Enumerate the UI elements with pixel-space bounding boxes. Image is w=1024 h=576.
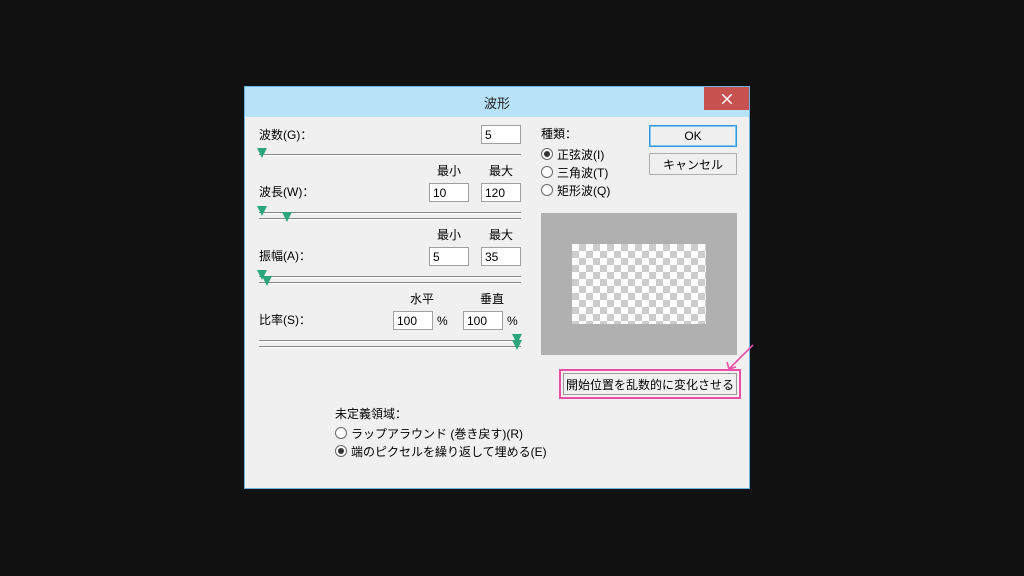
scale-v-input[interactable]: [463, 311, 503, 330]
percent-label: %: [437, 314, 451, 328]
amplitude-row: 振幅(A)： 最小 最大: [259, 226, 521, 266]
amplitude-min-slider[interactable]: [259, 270, 521, 272]
scale-row: 比率(S)： 水平 % 垂直 %: [259, 290, 521, 330]
amplitude-max-slider[interactable]: [259, 276, 521, 278]
vert-label: 垂直: [480, 290, 504, 307]
min-label: 最小: [437, 226, 461, 243]
type-sine[interactable]: 正弦波(I): [541, 145, 627, 163]
percent-label: %: [507, 314, 521, 328]
radio-label: 端のピクセルを繰り返して埋める(E): [351, 443, 547, 460]
slider-track: [259, 282, 521, 284]
slider-track: [259, 154, 521, 156]
radio-label: ラップアラウンド (巻き戻す)(R): [351, 425, 523, 442]
wavelength-max-group: 最大: [481, 162, 521, 202]
slider-thumb-max[interactable]: [262, 276, 272, 286]
radio-label: 三角波(T): [557, 164, 608, 181]
radio-label: 正弦波(I): [557, 146, 604, 163]
amplitude-min-group: 最小: [429, 226, 469, 266]
type-group: 種類： 正弦波(I) 三角波(T) 矩形波(Q): [541, 125, 627, 199]
ok-button[interactable]: OK: [649, 125, 737, 147]
slider-track: [259, 218, 521, 220]
wavelength-max-input[interactable]: [481, 183, 521, 202]
dialog-content: 波数(G)： 波長(W)： 最小 最大: [259, 125, 735, 478]
close-button[interactable]: [704, 87, 749, 110]
scale-label: 比率(S)：: [259, 311, 337, 328]
type-group-label: 種類：: [541, 125, 627, 142]
cancel-label: キャンセル: [663, 156, 723, 173]
wavelength-label: 波長(W)：: [259, 183, 337, 200]
randomize-button[interactable]: 開始位置を乱数的に変化させる: [563, 373, 737, 395]
wave-dialog: 波形 波数(G)： 波長(W)： 最小: [244, 86, 750, 489]
scale-h-group: 水平 %: [393, 290, 451, 330]
titlebar[interactable]: 波形: [245, 87, 749, 117]
cancel-button[interactable]: キャンセル: [649, 153, 737, 175]
radio-label: 矩形波(Q): [557, 182, 610, 199]
radio-icon: [541, 148, 553, 160]
max-label: 最大: [489, 226, 513, 243]
generators-label: 波数(G)：: [259, 126, 337, 143]
scale-h-input[interactable]: [393, 311, 433, 330]
max-label: 最大: [489, 162, 513, 179]
ok-label: OK: [684, 129, 701, 143]
preview-checker: [572, 244, 706, 324]
preview-area: [541, 213, 737, 355]
slider-thumb-min[interactable]: [257, 206, 267, 216]
amplitude-min-input[interactable]: [429, 247, 469, 266]
slider-thumb-v[interactable]: [512, 340, 522, 350]
type-square[interactable]: 矩形波(Q): [541, 181, 627, 199]
generators-input[interactable]: [481, 125, 521, 144]
randomize-label: 開始位置を乱数的に変化させる: [566, 376, 734, 393]
generators-row: 波数(G)：: [259, 125, 521, 144]
type-triangle[interactable]: 三角波(T): [541, 163, 627, 181]
slider-thumb-max[interactable]: [282, 212, 292, 222]
controls-column: 波数(G)： 波長(W)： 最小 最大: [259, 125, 521, 354]
close-icon: [722, 94, 732, 104]
horiz-label: 水平: [410, 290, 434, 307]
slider-track: [259, 346, 521, 348]
wavelength-min-input[interactable]: [429, 183, 469, 202]
scale-h-slider[interactable]: [259, 334, 521, 336]
min-label: 最小: [437, 162, 461, 179]
wavelength-row: 波長(W)： 最小 最大: [259, 162, 521, 202]
undef-repeat[interactable]: 端のピクセルを繰り返して埋める(E): [335, 442, 555, 460]
wavelength-min-slider[interactable]: [259, 206, 521, 208]
amplitude-max-group: 最大: [481, 226, 521, 266]
radio-icon: [335, 427, 347, 439]
wavelength-max-slider[interactable]: [259, 212, 521, 214]
wavelength-min-group: 最小: [429, 162, 469, 202]
radio-icon: [335, 445, 347, 457]
amplitude-max-input[interactable]: [481, 247, 521, 266]
generators-slider[interactable]: [259, 148, 521, 150]
scale-v-slider[interactable]: [259, 340, 521, 342]
radio-icon: [541, 184, 553, 196]
undef-wrap[interactable]: ラップアラウンド (巻き戻す)(R): [335, 424, 555, 442]
slider-thumb[interactable]: [257, 148, 267, 158]
scale-v-group: 垂直 %: [463, 290, 521, 330]
radio-icon: [541, 166, 553, 178]
amplitude-label: 振幅(A)：: [259, 247, 337, 264]
undefined-areas-group: 未定義領域： ラップアラウンド (巻き戻す)(R) 端のピクセルを繰り返して埋め…: [335, 405, 555, 460]
undef-group-label: 未定義領域：: [335, 405, 555, 422]
dialog-title: 波形: [484, 93, 510, 112]
